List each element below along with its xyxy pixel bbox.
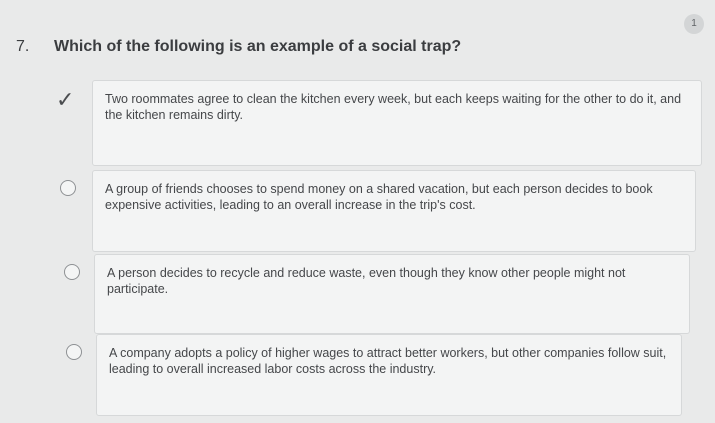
answer-option-1-text[interactable]: Two roommates agree to clean the kitchen…	[92, 80, 702, 166]
points-badge: 1	[684, 14, 704, 34]
radio-button-option-2[interactable]	[60, 180, 76, 196]
answer-option-2-text[interactable]: A group of friends chooses to spend mone…	[92, 170, 696, 252]
radio-button-option-3[interactable]	[64, 264, 80, 280]
question-text: Which of the following is an example of …	[54, 38, 462, 55]
question-prompt: 7. Which of the following is an example o…	[16, 38, 676, 56]
answer-option-3-text[interactable]: A person decides to recycle and reduce w…	[94, 254, 690, 334]
check-icon: ✓	[56, 88, 75, 113]
question-number: 7.	[16, 38, 30, 55]
radio-button-option-4[interactable]	[66, 344, 82, 360]
answer-option-4-text[interactable]: A company adopts a policy of higher wage…	[96, 334, 682, 416]
